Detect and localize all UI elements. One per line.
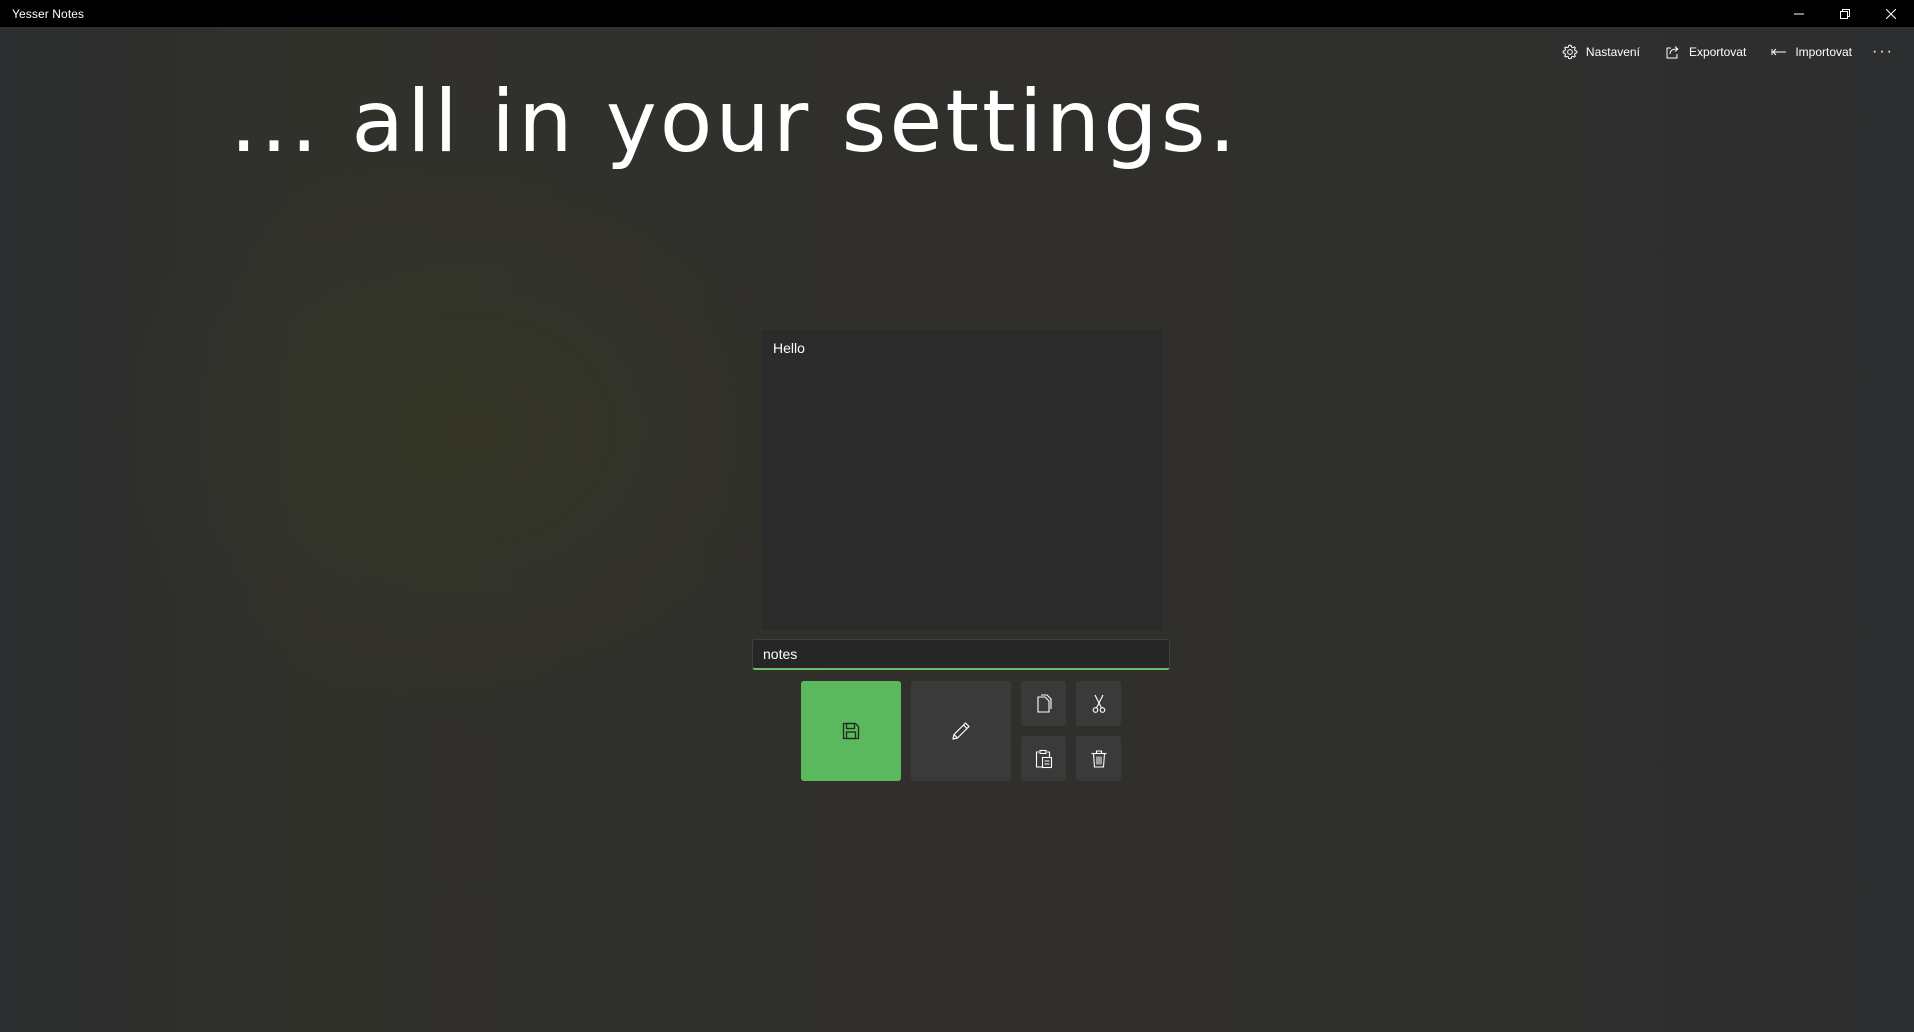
pencil-icon [952, 722, 970, 740]
minimize-button[interactable] [1776, 0, 1822, 27]
cut-button[interactable] [1076, 681, 1121, 726]
paste-icon [1035, 749, 1052, 768]
paste-button[interactable] [1021, 736, 1066, 781]
share-icon [1664, 43, 1682, 61]
export-label: Exportovat [1688, 45, 1747, 59]
more-icon: ··· [1872, 43, 1894, 60]
app-window: Yesser Notes Nastavení Exportovat Import… [0, 0, 1914, 1032]
close-icon [1886, 8, 1896, 19]
more-options-button[interactable]: ··· [1864, 38, 1902, 66]
delete-button[interactable] [1076, 736, 1121, 781]
gear-icon [1561, 43, 1579, 61]
settings-button[interactable]: Nastavení [1549, 38, 1652, 66]
title-bar[interactable]: Yesser Notes [0, 0, 1914, 27]
trash-icon [1091, 749, 1106, 768]
import-label: Importovat [1795, 45, 1853, 59]
save-button[interactable] [801, 681, 901, 781]
export-button[interactable]: Exportovat [1652, 38, 1758, 66]
copy-button[interactable] [1021, 681, 1066, 726]
restore-icon [1840, 8, 1850, 19]
restore-button[interactable] [1822, 0, 1868, 27]
copy-icon [1036, 693, 1052, 713]
window-controls [1776, 0, 1914, 27]
filename-input[interactable]: notes [752, 639, 1170, 670]
filename-value: notes [763, 646, 798, 662]
note-textarea[interactable]: Hello [762, 330, 1162, 630]
settings-label: Nastavení [1585, 45, 1640, 59]
window-title: Yesser Notes [12, 6, 85, 21]
edit-button[interactable] [911, 681, 1011, 781]
arrow-left-icon [1770, 43, 1788, 61]
scissors-icon [1092, 694, 1105, 713]
close-button[interactable] [1868, 0, 1914, 27]
page-headline: ... all in your settings. [230, 72, 1239, 172]
import-button[interactable]: Importovat [1758, 38, 1864, 66]
minimize-icon [1794, 13, 1804, 14]
save-icon [842, 722, 860, 740]
command-bar: Nastavení Exportovat Importovat ··· [1549, 38, 1902, 66]
